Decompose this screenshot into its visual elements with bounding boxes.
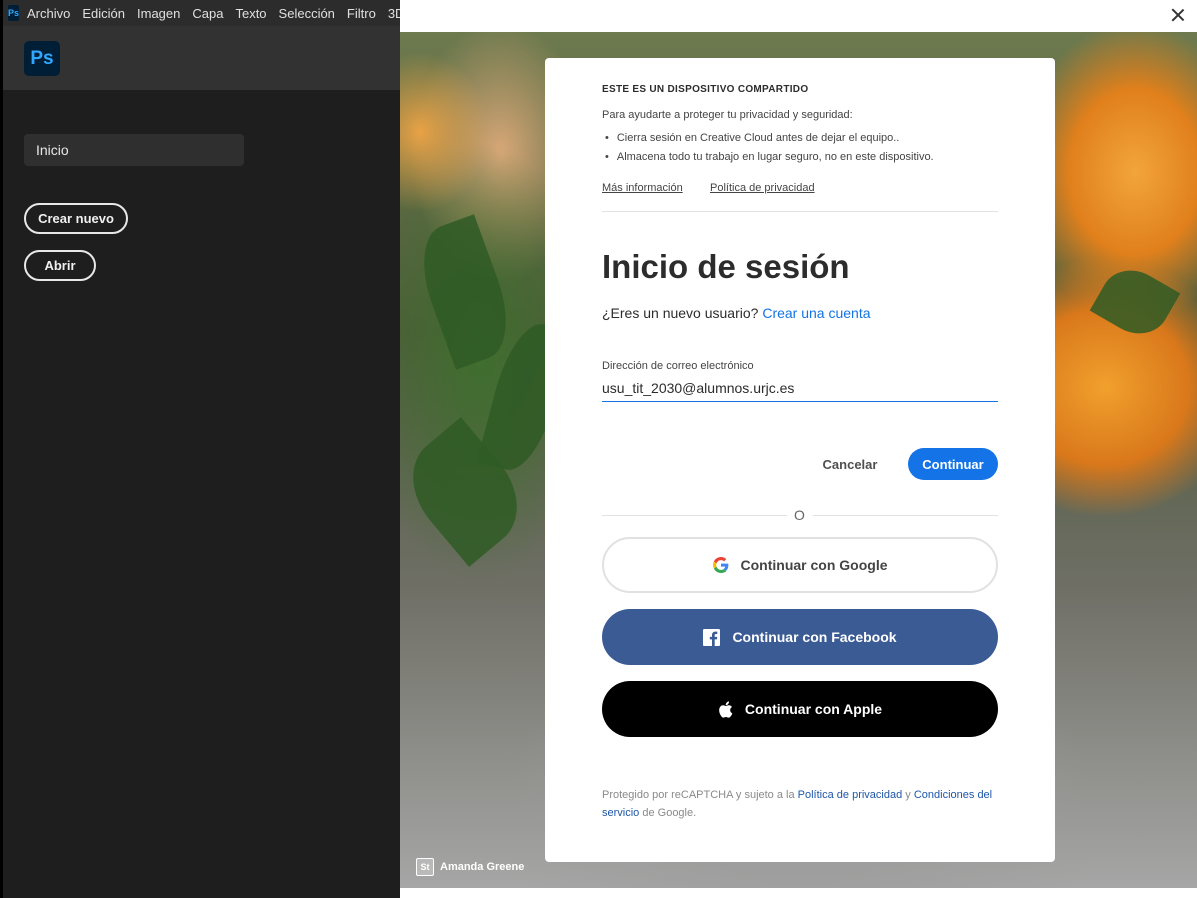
more-info-link[interactable]: Más información [602, 182, 683, 194]
divider [602, 515, 787, 516]
cancel-button[interactable]: Cancelar [813, 448, 887, 480]
privacy-policy-link[interactable]: Política de privacidad [710, 182, 815, 194]
email-label: Dirección de correo electrónico [602, 360, 754, 372]
shared-device-bullet: Almacena todo tu trabajo en lugar seguro… [602, 151, 934, 163]
facebook-signin-label: Continuar con Facebook [732, 629, 897, 645]
google-signin-label: Continuar con Google [740, 557, 888, 573]
page-title: Inicio de sesión [602, 248, 850, 285]
menu-edicion[interactable]: Edición [82, 6, 125, 21]
recaptcha-privacy-link[interactable]: Política de privacidad [798, 789, 903, 801]
menu-seleccion[interactable]: Selección [279, 6, 335, 21]
open-button[interactable]: Abrir [24, 250, 96, 281]
apple-signin-label: Continuar con Apple [744, 701, 883, 717]
adobe-stock-icon: St [416, 858, 434, 876]
menu-bar: Ps Archivo Edición Imagen Capa Texto Sel… [3, 0, 404, 26]
photoshop-logo-icon: Ps [24, 41, 60, 76]
stock-credit: St Amanda Greene [416, 858, 524, 876]
menu-archivo[interactable]: Archivo [27, 6, 70, 21]
menu-capa[interactable]: Capa [192, 6, 223, 21]
google-icon [712, 557, 728, 573]
dialog-titlebar [400, 0, 1197, 32]
create-new-button[interactable]: Crear nuevo [24, 203, 128, 234]
close-icon[interactable] [1169, 6, 1187, 24]
divider [602, 211, 998, 212]
or-separator: O [794, 507, 805, 523]
bottom-strip [400, 888, 1197, 898]
apple-icon [719, 700, 733, 718]
continue-button[interactable]: Continuar [908, 448, 998, 480]
google-signin-button[interactable]: Continuar con Google [602, 537, 998, 593]
create-account-link[interactable]: Crear una cuenta [762, 305, 870, 321]
nav-item-home[interactable]: Inicio [24, 134, 244, 166]
menu-texto[interactable]: Texto [235, 6, 266, 21]
stock-credit-label: Amanda Greene [440, 861, 525, 873]
photoshop-mini-icon: Ps [8, 5, 20, 21]
photoshop-home-panel: Ps Archivo Edición Imagen Capa Texto Sel… [0, 0, 404, 898]
apple-signin-button[interactable]: Continuar con Apple [602, 681, 998, 737]
leaf-shape [1089, 258, 1181, 346]
email-field[interactable] [602, 374, 998, 402]
login-card: ESTE ES UN DISPOSITIVO COMPARTIDO Para a… [545, 58, 1055, 862]
menu-imagen[interactable]: Imagen [137, 6, 180, 21]
recaptcha-text: de Google. [639, 807, 697, 819]
new-user-row: ¿Eres un nuevo usuario? Crear una cuenta [602, 305, 871, 321]
facebook-signin-button[interactable]: Continuar con Facebook [602, 609, 998, 665]
recaptcha-notice: Protegido por reCAPTCHA y sujeto a la Po… [602, 786, 998, 822]
leaf-shape [408, 214, 522, 370]
facebook-icon [703, 628, 721, 646]
shared-device-intro: Para ayudarte a proteger tu privacidad y… [602, 109, 853, 121]
new-user-prompt: ¿Eres un nuevo usuario? [602, 305, 759, 321]
divider [813, 515, 998, 516]
ps-header: Ps [3, 26, 400, 90]
recaptcha-text: Protegido por reCAPTCHA y sujeto a la [602, 789, 798, 801]
menu-filtro[interactable]: Filtro [347, 6, 376, 21]
shared-device-bullet: Cierra sesión en Creative Cloud antes de… [602, 132, 900, 144]
shared-device-title: ESTE ES UN DISPOSITIVO COMPARTIDO [602, 84, 809, 95]
recaptcha-text: y [902, 789, 914, 801]
